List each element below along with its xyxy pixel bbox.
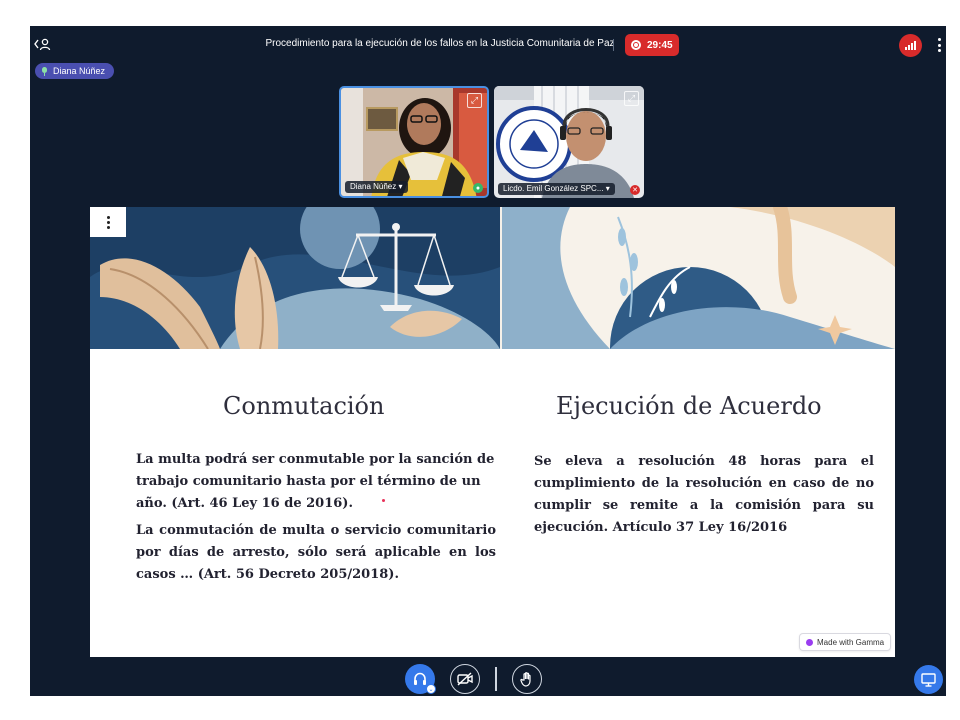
talker-name: Diana Núñez — [53, 66, 106, 76]
user-icon — [34, 38, 51, 51]
video-button[interactable] — [450, 664, 480, 694]
meeting-title: Procedimiento para la ejecución de los f… — [265, 38, 615, 49]
video-tile-diana[interactable]: ⤢ Diana Núñez ▾ ● — [339, 86, 489, 198]
left-paragraph: La multa podrá ser conmutable por la san… — [136, 452, 495, 511]
more-vertical-icon — [106, 215, 110, 219]
made-with-gamma-badge[interactable]: Made with Gamma — [799, 633, 892, 651]
record-icon — [631, 40, 641, 50]
gamma-logo-icon — [806, 638, 813, 646]
meeting-app: Procedimiento para la ejecución de los f… — [30, 26, 946, 696]
options-menu-button[interactable] — [935, 36, 943, 54]
participant-video — [494, 86, 644, 198]
mic-icon — [41, 66, 48, 76]
recording-indicator[interactable]: 29:45 — [625, 34, 679, 56]
headphones-icon — [414, 672, 426, 685]
participant-name: Licdo. Emil González SPC... ▾ — [498, 183, 615, 195]
presentation-slide: Conmutación La multa podrá ser conmutabl… — [90, 207, 895, 657]
connection-status-button[interactable] — [899, 34, 922, 57]
recording-time: 29:45 — [647, 39, 673, 51]
video-tile-emil[interactable]: ⤢ Licdo. Emil González SPC... ▾ ✕ — [494, 86, 644, 198]
left-paragraph: La conmutación de multa o servicio comun… — [136, 523, 496, 582]
controls-divider — [495, 667, 497, 691]
more-vertical-icon — [937, 38, 941, 41]
expand-icon[interactable]: ⤢ — [467, 93, 482, 108]
screen-icon — [921, 672, 936, 687]
gamma-badge-label: Made with Gamma — [817, 637, 885, 647]
expand-icon[interactable]: ⤢ — [624, 91, 639, 106]
presentation-menu-button[interactable] — [90, 207, 126, 237]
signal-bars-icon — [905, 47, 907, 50]
slide-banner-illustration — [90, 207, 895, 349]
talking-indicator[interactable]: Diana Núñez — [35, 63, 115, 79]
title-divider — [613, 39, 614, 51]
hand-icon — [520, 672, 531, 687]
left-column-title: Conmutación — [223, 392, 385, 420]
camera-off-icon — [457, 672, 473, 686]
laser-pointer — [382, 499, 385, 502]
audio-settings-icon[interactable]: ⌄ — [426, 684, 436, 694]
presentation-button[interactable] — [914, 665, 943, 694]
users-list-toggle[interactable] — [34, 36, 52, 52]
raise-hand-button[interactable] — [512, 664, 542, 694]
mic-muted-icon: ✕ — [630, 185, 640, 195]
participant-name: Diana Núñez ▾ — [345, 181, 408, 193]
right-paragraph: Se eleva a resolución 48 horas para el c… — [534, 454, 874, 535]
right-column-title: Ejecución de Acuerdo — [556, 392, 822, 420]
mic-active-icon: ● — [473, 183, 483, 193]
